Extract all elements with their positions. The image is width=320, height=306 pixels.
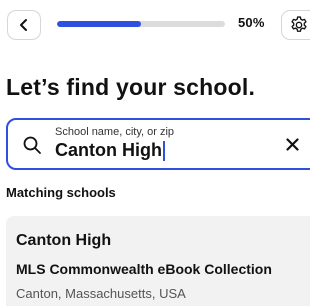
school-name: Canton High	[16, 232, 112, 249]
top-bar: 50%	[0, 0, 310, 50]
settings-button[interactable]	[281, 10, 310, 40]
search-input[interactable]: Canton High	[55, 140, 165, 161]
text-caret	[162, 140, 165, 161]
progress-bar-fill	[57, 21, 141, 27]
progress-bar	[57, 21, 225, 27]
gear-icon	[291, 16, 307, 32]
progress-label: 50%	[238, 15, 265, 30]
search-input-value: Canton High	[55, 140, 162, 160]
clear-search-button[interactable]	[282, 134, 302, 154]
chevron-left-icon	[20, 19, 27, 31]
back-button[interactable]	[7, 10, 41, 40]
school-result-card[interactable]: Canton High MLS Commonwealth eBook Colle…	[6, 216, 310, 306]
school-location: Canton, Massachusetts, USA	[16, 286, 186, 301]
school-collection: MLS Commonwealth eBook Collection	[16, 261, 272, 277]
search-field-label: School name, city, or zip	[55, 126, 175, 138]
search-icon	[23, 136, 41, 154]
find-school-screen: 50% Let’s find your school. School name,…	[0, 0, 310, 306]
results-heading: Matching schools	[6, 185, 116, 200]
close-icon	[285, 137, 299, 151]
school-search-field[interactable]: School name, city, or zip Canton High	[6, 118, 310, 170]
page-title: Let’s find your school.	[6, 74, 256, 100]
